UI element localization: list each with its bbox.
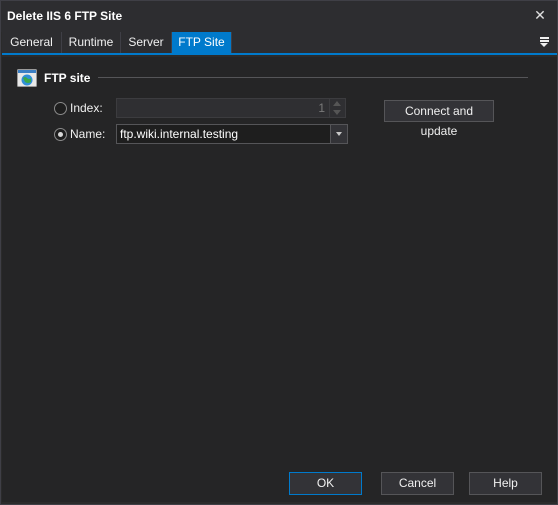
tab-server[interactable]: Server: [121, 32, 172, 53]
index-value: 1: [318, 101, 325, 115]
connect-and-update-button[interactable]: Connect and update: [384, 100, 494, 138]
dialog-window: Delete IIS 6 FTP Site ✕ General Runtime …: [0, 0, 558, 505]
index-spinner[interactable]: 1: [116, 98, 346, 118]
ok-button[interactable]: OK: [289, 472, 362, 495]
help-button[interactable]: Help: [469, 472, 542, 495]
tab-bar: General Runtime Server FTP Site: [2, 32, 557, 55]
section-title: FTP site: [44, 71, 91, 85]
spin-up-icon[interactable]: [333, 101, 341, 106]
name-combobox[interactable]: ftp.wiki.internal.testing: [116, 124, 348, 144]
window-title: Delete IIS 6 FTP Site: [7, 9, 123, 23]
tab-content: FTP site Index: 1 Connect and update Nam…: [2, 57, 557, 502]
tab-runtime[interactable]: Runtime: [62, 32, 121, 53]
title-bar: Delete IIS 6 FTP Site ✕: [1, 1, 557, 32]
tab-menu-icon[interactable]: [539, 35, 551, 49]
spin-down-icon[interactable]: [333, 110, 341, 115]
dropdown-button[interactable]: [330, 125, 347, 143]
close-icon[interactable]: ✕: [531, 6, 549, 24]
tab-ftp-site[interactable]: FTP Site: [172, 32, 232, 53]
index-label: Index:: [70, 101, 103, 115]
tab-general[interactable]: General: [2, 32, 62, 53]
cancel-button[interactable]: Cancel: [381, 472, 454, 495]
index-radio[interactable]: [54, 102, 67, 115]
spinner-arrows[interactable]: [329, 99, 345, 117]
name-value: ftp.wiki.internal.testing: [120, 127, 239, 141]
section-divider: [98, 77, 528, 78]
ftp-site-icon: [17, 69, 37, 87]
name-label: Name:: [70, 127, 106, 141]
name-radio[interactable]: [54, 128, 67, 141]
chevron-down-icon: [336, 132, 342, 136]
